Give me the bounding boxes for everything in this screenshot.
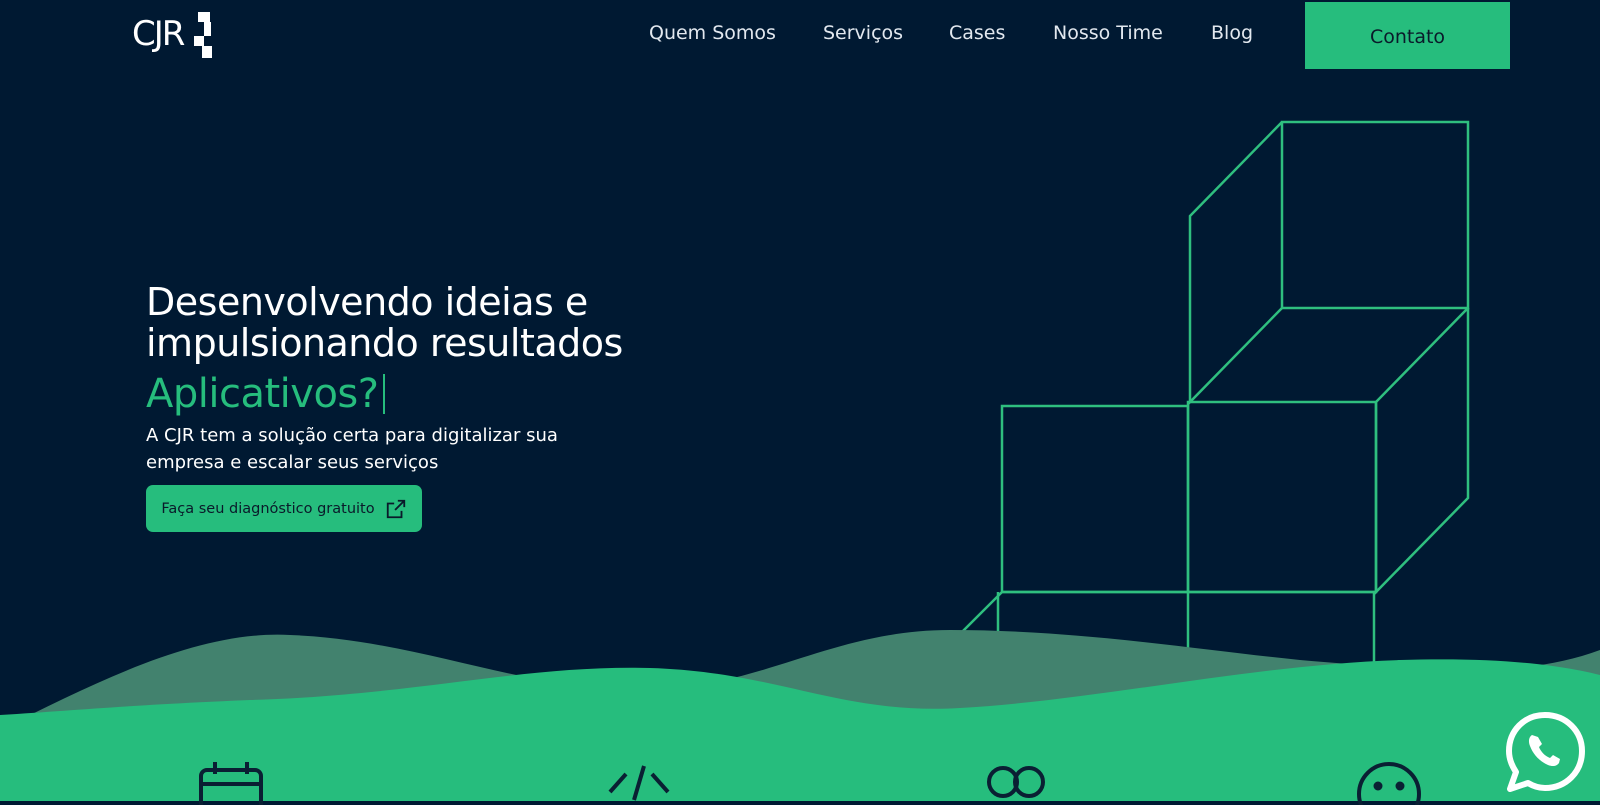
smile-icon (1357, 762, 1421, 805)
text-caret (382, 374, 385, 414)
contact-button[interactable]: Contato (1305, 2, 1510, 69)
external-link-icon (386, 499, 405, 518)
nav-servicos[interactable]: Serviços (823, 22, 903, 44)
hero-subtitle: A CJR tem a solução certa para digitaliz… (146, 425, 558, 473)
hero-title: Desenvolvendo ideias e impulsionando res… (146, 280, 623, 365)
cta-label: Faça seu diagnóstico gratuito (161, 500, 375, 517)
nav-cases[interactable]: Cases (949, 22, 1005, 44)
code-icon (608, 765, 670, 801)
whatsapp-icon[interactable] (1504, 711, 1586, 793)
logo-text: CJR (132, 14, 185, 54)
calendar-icon (199, 762, 263, 805)
nav-nosso-time[interactable]: Nosso Time (1053, 22, 1163, 44)
logo-mark-icon (194, 12, 212, 58)
typed-word: Aplicativos? (146, 371, 379, 417)
cjr-logo[interactable]: CJR (132, 12, 212, 60)
diagnostic-cta-button[interactable]: Faça seu diagnóstico gratuito (146, 485, 422, 532)
nav-quem-somos[interactable]: Quem Somos (649, 22, 776, 44)
hero-section: Desenvolvendo ideias e impulsionando res… (146, 282, 666, 476)
people-icon (987, 766, 1045, 798)
typed-headline: Aplicativos? (146, 372, 666, 416)
nav-blog[interactable]: Blog (1211, 22, 1253, 44)
